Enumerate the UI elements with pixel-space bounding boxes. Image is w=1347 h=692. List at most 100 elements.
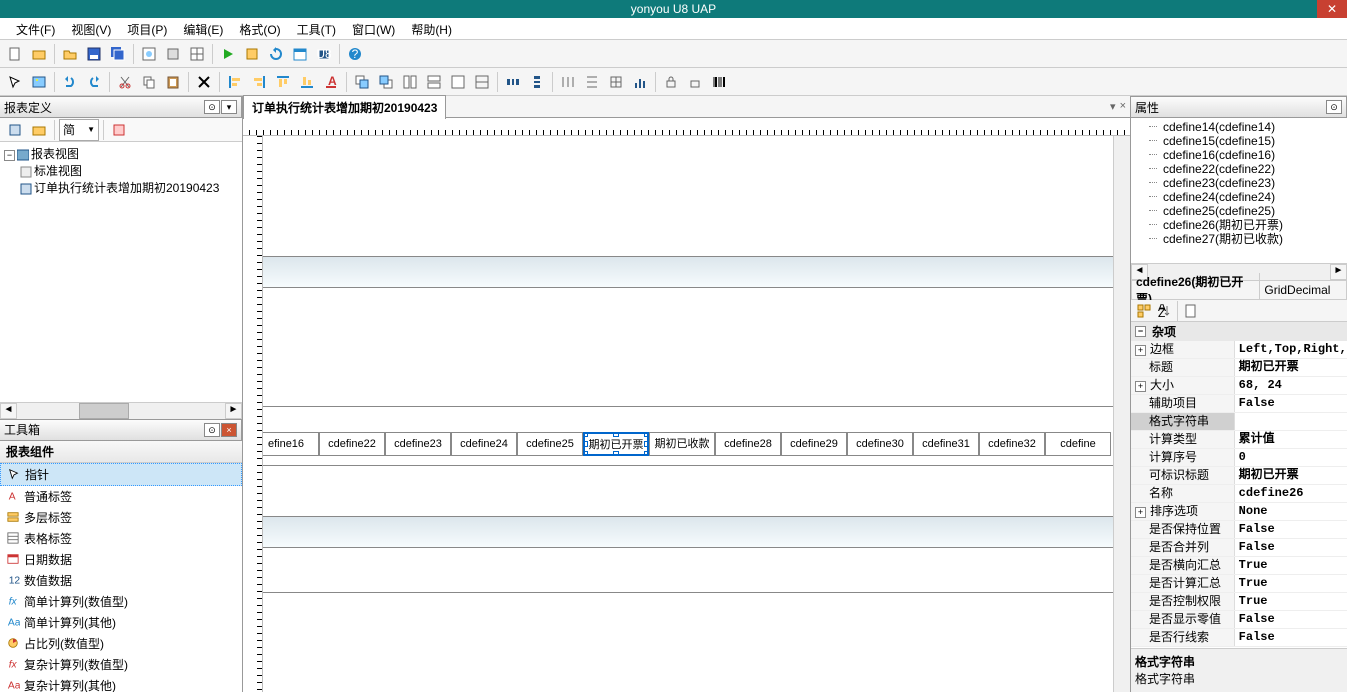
undo-icon[interactable] xyxy=(59,71,81,93)
align-l-icon[interactable] xyxy=(224,71,246,93)
property-row[interactable]: 可标识标题期初已开票 xyxy=(1131,467,1347,485)
toolbox-item[interactable]: 表格标签 xyxy=(0,528,242,549)
redo-icon[interactable] xyxy=(83,71,105,93)
toolbox-item[interactable]: A普通标签 xyxy=(0,486,242,507)
toolbox-item[interactable]: 123数值数据 xyxy=(0,570,242,591)
config-icon[interactable] xyxy=(241,43,263,65)
field-list-item[interactable]: cdefine22(cdefine22) xyxy=(1131,162,1347,176)
property-row[interactable]: +排序选项None xyxy=(1131,503,1347,521)
barcode-icon[interactable] xyxy=(708,71,730,93)
layout-4-icon[interactable] xyxy=(471,71,493,93)
tree-refresh-icon[interactable] xyxy=(108,119,130,141)
layout-2-icon[interactable] xyxy=(423,71,445,93)
property-row[interactable]: 计算类型累计值 xyxy=(1131,431,1347,449)
field-list-item[interactable]: cdefine27(期初已收款) xyxy=(1131,232,1347,246)
tree-btn-2[interactable] xyxy=(28,119,50,141)
dist-v-icon[interactable] xyxy=(526,71,548,93)
align-b-icon[interactable] xyxy=(296,71,318,93)
new-icon[interactable] xyxy=(4,43,26,65)
prop-az-icon[interactable]: AZ xyxy=(1155,302,1173,320)
props-pin-icon[interactable]: ⊙ xyxy=(1326,100,1342,114)
panel-dropdown-icon[interactable]: ▾ xyxy=(221,100,237,114)
preview-icon[interactable] xyxy=(138,43,160,65)
cut-icon[interactable] xyxy=(114,71,136,93)
header-band[interactable] xyxy=(263,256,1130,288)
grid-field-cell[interactable]: cdefine32 xyxy=(979,432,1045,456)
scroll-left-icon[interactable]: ◄ xyxy=(0,403,17,419)
grid-field-cell[interactable]: cdefine23 xyxy=(385,432,451,456)
grid-field-cell[interactable]: cdefine22 xyxy=(319,432,385,456)
menu-item[interactable]: 帮助(H) xyxy=(403,18,460,39)
field-list-item[interactable]: cdefine23(cdefine23) xyxy=(1131,176,1347,190)
field-list-item[interactable]: cdefine14(cdefine14) xyxy=(1131,120,1347,134)
property-row[interactable]: 是否计算汇总True xyxy=(1131,575,1347,593)
menu-item[interactable]: 视图(V) xyxy=(63,18,119,39)
export-icon[interactable] xyxy=(162,43,184,65)
same-size-icon[interactable] xyxy=(605,71,627,93)
grid-field-cell[interactable]: efine16 xyxy=(263,432,319,456)
align-r-icon[interactable] xyxy=(248,71,270,93)
new-folder-icon[interactable] xyxy=(28,43,50,65)
menu-item[interactable]: 项目(P) xyxy=(119,18,175,39)
property-row[interactable]: 是否行线索False xyxy=(1131,629,1347,647)
property-row[interactable]: 是否控制权限True xyxy=(1131,593,1347,611)
tree-collapse-icon[interactable]: − xyxy=(4,150,15,161)
panel-pin-icon[interactable]: ⊙ xyxy=(204,100,220,114)
save-icon[interactable] xyxy=(83,43,105,65)
scroll-right-icon[interactable]: ► xyxy=(225,403,242,419)
document-tab[interactable]: 订单执行统计表增加期初20190423 xyxy=(243,95,446,119)
grid-field-cell[interactable]: cdefine31 xyxy=(913,432,979,456)
grid-field-cell[interactable]: 期初已收款 xyxy=(649,432,715,456)
property-grid[interactable]: −杂项 +边框Left,Top,Right,标题期初已开票+大小68, 24辅助… xyxy=(1131,322,1347,648)
toolbox-item[interactable]: Aa简单计算列(其他) xyxy=(0,612,242,633)
refresh-icon[interactable] xyxy=(265,43,287,65)
property-selector[interactable]: cdefine26(期初已开票) GridDecimal xyxy=(1131,280,1347,300)
property-row[interactable]: 辅助项目False xyxy=(1131,395,1347,413)
tree-dropdown[interactable]: 简▼ xyxy=(59,119,99,141)
chart-icon[interactable] xyxy=(629,71,651,93)
fl-scroll-right-icon[interactable]: ► xyxy=(1330,264,1347,280)
tree-item-standard[interactable]: 标准视图 xyxy=(34,164,82,178)
field-list-item[interactable]: cdefine24(cdefine24) xyxy=(1131,190,1347,204)
delete-icon[interactable] xyxy=(193,71,215,93)
menu-item[interactable]: 文件(F) xyxy=(8,18,63,39)
scroll-thumb[interactable] xyxy=(79,403,129,419)
save-all-icon[interactable] xyxy=(107,43,129,65)
same-w-icon[interactable] xyxy=(557,71,579,93)
prop-page-icon[interactable] xyxy=(1182,302,1200,320)
field-list-item[interactable]: cdefine25(cdefine25) xyxy=(1131,204,1347,218)
prop-cat-icon[interactable] xyxy=(1135,302,1153,320)
grid-field-cell[interactable]: cdefine29 xyxy=(781,432,847,456)
tree-item-report[interactable]: 订单执行统计表增加期初20190423 xyxy=(34,181,219,195)
grid-field-cell[interactable]: cdefine25 xyxy=(517,432,583,456)
grid-icon[interactable] xyxy=(186,43,208,65)
grid-field-cell[interactable]: cdefine30 xyxy=(847,432,913,456)
lock-icon[interactable] xyxy=(660,71,682,93)
property-row[interactable]: 名称cdefine26 xyxy=(1131,485,1347,503)
grid-field-cell[interactable]: cdefine28 xyxy=(715,432,781,456)
align-t-icon[interactable] xyxy=(272,71,294,93)
menu-item[interactable]: 工具(T) xyxy=(289,18,344,39)
same-h-icon[interactable] xyxy=(581,71,603,93)
property-row[interactable]: 是否横向汇总True xyxy=(1131,557,1347,575)
property-row[interactable]: 是否显示零值False xyxy=(1131,611,1347,629)
tree-hscroll[interactable]: ◄ ► xyxy=(0,402,242,419)
menu-item[interactable]: 格式(O) xyxy=(231,18,288,39)
property-row[interactable]: 计算序号0 xyxy=(1131,449,1347,467)
footer-band-2[interactable] xyxy=(263,548,1130,593)
report-tree[interactable]: − 报表视图 标准视图 订单执行统计表增加期初20190423 xyxy=(0,142,242,402)
toolbox-item[interactable]: 指针 xyxy=(0,463,242,486)
toolbox-close-icon[interactable]: × xyxy=(221,423,237,437)
unlock-icon[interactable] xyxy=(684,71,706,93)
toolbox-pin-icon[interactable]: ⊙ xyxy=(204,423,220,437)
layout-1-icon[interactable] xyxy=(399,71,421,93)
copy-icon[interactable] xyxy=(138,71,160,93)
property-row[interactable]: 是否合并列False xyxy=(1131,539,1347,557)
field-list-item[interactable]: cdefine26(期初已开票) xyxy=(1131,218,1347,232)
toolbox-item[interactable]: 日期数据 xyxy=(0,549,242,570)
property-row[interactable]: 是否保持位置False xyxy=(1131,521,1347,539)
property-row[interactable]: 标题期初已开票 xyxy=(1131,359,1347,377)
tree-root[interactable]: 报表视图 xyxy=(31,147,79,161)
grid-field-cell[interactable]: cdefine24 xyxy=(451,432,517,456)
menu-item[interactable]: 窗口(W) xyxy=(344,18,403,39)
